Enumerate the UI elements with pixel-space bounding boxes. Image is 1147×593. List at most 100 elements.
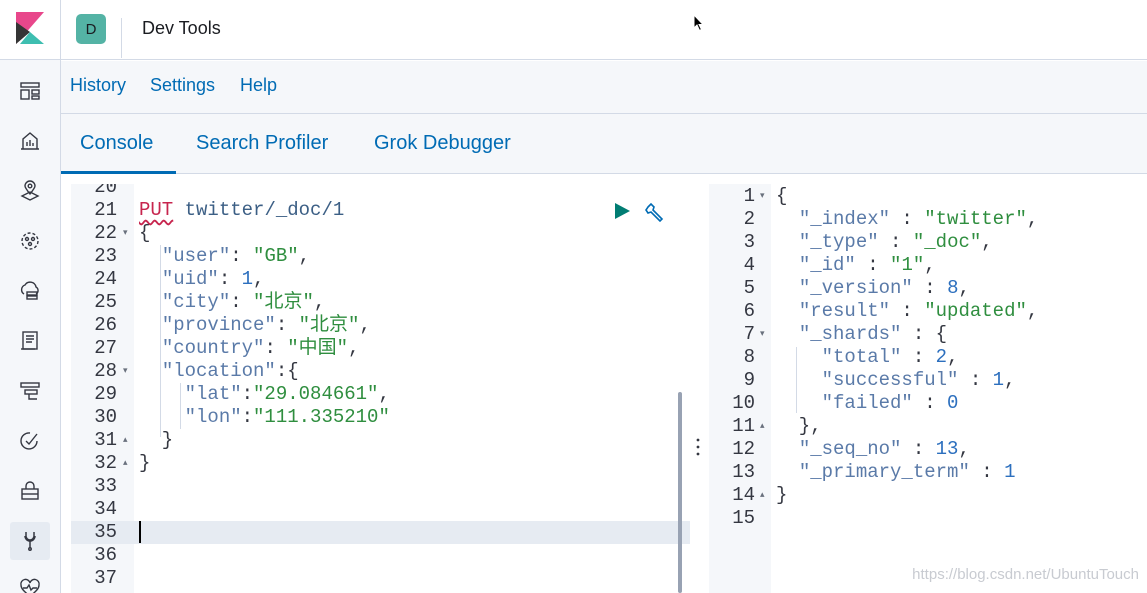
uptime-icon[interactable] — [19, 430, 41, 452]
code-text: PUT twitter/_doc/1 — [139, 199, 345, 221]
response-line: 9 "successful" : 1, — [709, 369, 1147, 392]
code-text: { — [139, 222, 151, 244]
divider — [60, 0, 61, 60]
fold-toggle-icon[interactable]: ▾ — [123, 360, 128, 383]
response-line: 15 — [709, 507, 1147, 530]
indent-guide — [160, 245, 161, 437]
fold-toggle-icon[interactable]: ▴ — [760, 415, 765, 438]
editor-line[interactable]: 29 "lat":"29.084661", — [71, 383, 690, 406]
space-avatar[interactable]: D — [76, 14, 106, 44]
response-line: 1 ▾ { — [709, 185, 1147, 208]
line-number: 20 — [94, 184, 117, 198]
line-number: 25 — [94, 291, 117, 313]
response-line: 13 "_primary_term" : 1 — [709, 461, 1147, 484]
active-tab-indicator — [61, 171, 176, 174]
line-number: 21 — [94, 199, 117, 221]
side-navigation — [0, 60, 61, 593]
editor-line[interactable]: 26 "province": "北京", — [71, 314, 690, 337]
code-text: "failed" : 0 — [821, 392, 959, 414]
fold-toggle-icon[interactable]: ▴ — [760, 484, 765, 507]
dashboard-icon[interactable] — [19, 80, 41, 102]
line-number: 2 — [743, 208, 755, 230]
fold-toggle-icon[interactable]: ▾ — [760, 323, 765, 346]
code-text: } — [139, 452, 151, 474]
line-number: 5 — [743, 277, 755, 299]
wrench-icon[interactable] — [645, 202, 665, 222]
editor-line[interactable]: 37 — [71, 567, 690, 590]
infrastructure-icon[interactable] — [19, 280, 41, 302]
code-text: } — [776, 484, 788, 506]
editor-line[interactable]: 23 "user": "GB", — [71, 245, 690, 268]
pane-resizer-icon[interactable] — [693, 435, 703, 459]
code-text: { — [776, 185, 788, 207]
editor-line[interactable]: 31 ▴ } — [71, 429, 690, 452]
response-line: 12 "_seq_no" : 13, — [709, 438, 1147, 461]
code-text: "_type" : "_doc", — [798, 231, 993, 253]
visualize-icon[interactable] — [19, 130, 41, 152]
response-line: 7 ▾ "_shards" : { — [709, 323, 1147, 346]
line-number: 7 — [743, 323, 755, 345]
line-number: 34 — [94, 498, 117, 520]
apm-icon[interactable] — [19, 380, 41, 402]
request-editor[interactable]: 20 21 PUT twitter/_doc/1 22 ▾ {23 "user": "GB… — [71, 184, 690, 593]
logs-icon[interactable] — [19, 330, 41, 352]
app-header: D Dev Tools — [0, 0, 1147, 60]
help-link[interactable]: Help — [240, 75, 277, 96]
code-text: "result" : "updated", — [798, 300, 1039, 322]
line-number: 3 — [743, 231, 755, 253]
line-number: 32 — [94, 452, 117, 474]
history-link[interactable]: History — [70, 75, 126, 96]
code-text: "_version" : 8, — [798, 277, 970, 299]
code-text: "total" : 2, — [821, 346, 959, 368]
play-icon[interactable] — [613, 202, 631, 220]
editor-line[interactable]: 33 — [71, 475, 690, 498]
line-number: 15 — [732, 507, 755, 529]
tab-search-profiler[interactable]: Search Profiler — [196, 132, 328, 155]
response-line: 5 "_version" : 8, — [709, 277, 1147, 300]
editor-line[interactable]: 25 "city": "北京", — [71, 291, 690, 314]
maps-icon[interactable] — [19, 180, 41, 202]
response-line: 4 "_id" : "1", — [709, 254, 1147, 277]
line-number: 11 — [732, 415, 755, 437]
dev-tools-icon[interactable] — [19, 530, 41, 552]
kibana-logo-icon[interactable] — [16, 12, 44, 44]
fold-toggle-icon[interactable]: ▴ — [123, 429, 128, 452]
code-text: "_seq_no" : 13, — [798, 438, 970, 460]
response-line: 3 "_type" : "_doc", — [709, 231, 1147, 254]
editor-line[interactable]: 20 — [71, 184, 690, 199]
line-number: 28 — [94, 360, 117, 382]
code-text: "location":{ — [161, 360, 299, 382]
editor-line[interactable]: 30 "lon":"111.335210" — [71, 406, 690, 429]
response-viewer[interactable]: 1 ▾{2 "_index" : "twitter", 3 "_type" : "_… — [709, 184, 1147, 593]
editor-line[interactable]: 34 — [71, 498, 690, 521]
line-number: 12 — [732, 438, 755, 460]
editor-line[interactable]: 36 — [71, 544, 690, 567]
code-text: "uid": 1, — [161, 268, 265, 290]
editor-line[interactable]: 35 — [71, 521, 690, 544]
fold-toggle-icon[interactable]: ▾ — [123, 222, 128, 245]
siem-icon[interactable] — [19, 480, 41, 502]
monitoring-icon[interactable] — [19, 578, 41, 593]
line-number: 14 — [732, 484, 755, 506]
code-text: "_primary_term" : 1 — [798, 461, 1016, 483]
editor-line[interactable]: 22 ▾ { — [71, 222, 690, 245]
settings-link[interactable]: Settings — [150, 75, 215, 96]
indent-guide — [796, 347, 797, 413]
editor-line[interactable]: 21 PUT twitter/_doc/1 — [71, 199, 690, 222]
editor-line[interactable]: 24 "uid": 1, — [71, 268, 690, 291]
editor-line[interactable]: 28 ▾ "location":{ — [71, 360, 690, 383]
ml-icon[interactable] — [19, 230, 41, 252]
tab-console[interactable]: Console — [80, 132, 153, 155]
fold-toggle-icon[interactable]: ▴ — [123, 452, 128, 475]
code-text: "_id" : "1", — [798, 254, 936, 276]
editor-line[interactable]: 32 ▴} — [71, 452, 690, 475]
tab-grok-debugger[interactable]: Grok Debugger — [374, 132, 511, 155]
fold-toggle-icon[interactable]: ▾ — [760, 185, 765, 208]
line-number: 26 — [94, 314, 117, 336]
console-menu: History Settings Help — [61, 61, 1147, 114]
editor-scrollbar[interactable] — [678, 392, 682, 593]
editor-line[interactable]: 27 "country": "中国", — [71, 337, 690, 360]
code-text: }, — [776, 415, 822, 437]
line-number: 24 — [94, 268, 117, 290]
code-text: "user": "GB", — [161, 245, 311, 267]
